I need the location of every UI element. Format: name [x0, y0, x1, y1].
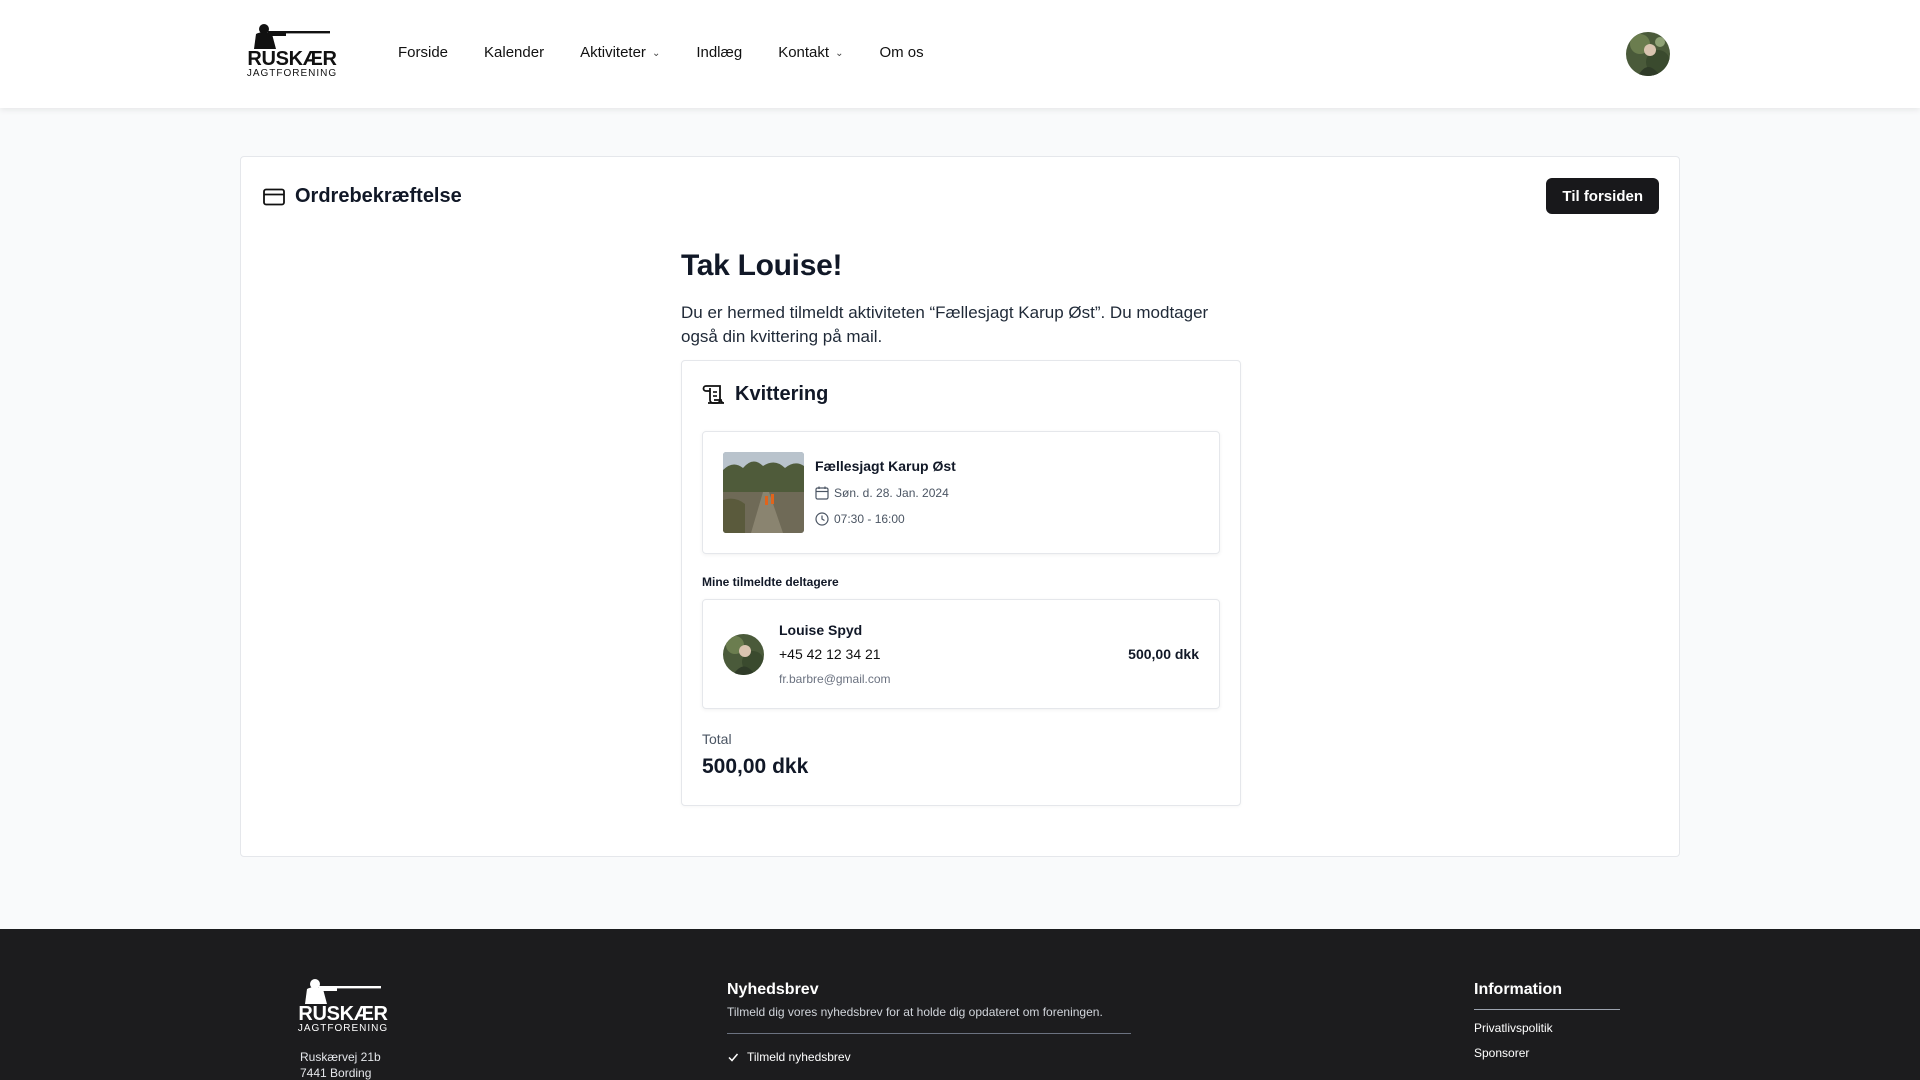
footer-brand-subtitle: JAGTFORENING — [297, 1023, 389, 1034]
footer-logo[interactable]: RUSKÆR JAGTFORENING — [297, 977, 389, 1034]
event-summary[interactable]: Fællesjagt Karup Øst Søn. d. 28. Jan. 20… — [702, 431, 1220, 554]
receipt-card: Kvittering Fællesjagt Karup Øst Søn. d. … — [681, 360, 1241, 806]
site-footer: RUSKÆR JAGTFORENING Ruskærvej 21b 7441 B… — [0, 929, 1920, 1080]
event-image — [723, 452, 804, 533]
participant-price: 500,00 dkk — [1128, 646, 1199, 662]
event-name: Fællesjagt Karup Øst — [815, 458, 956, 474]
thanks-heading: Tak Louise! — [681, 249, 843, 282]
link-sponsors[interactable]: Sponsorer — [1474, 1046, 1620, 1060]
event-photo — [723, 452, 804, 533]
footer-address: Ruskærvej 21b 7441 Bording — [300, 1049, 381, 1080]
event-time-text: 07:30 - 16:00 — [834, 512, 905, 526]
newsletter-divider — [727, 1033, 1131, 1034]
scroll-icon — [702, 384, 725, 404]
nav-label: Indlæg — [696, 44, 743, 61]
participant-photo — [723, 634, 764, 675]
hunter-logo-icon — [305, 979, 381, 1004]
user-avatar[interactable] — [1626, 32, 1670, 76]
receipt-title: Kvittering — [702, 383, 828, 406]
event-date: Søn. d. 28. Jan. 2024 — [815, 486, 949, 500]
home-button[interactable]: Til forsiden — [1546, 178, 1659, 214]
subscribe-label: Tilmeld nyhedsbrev — [747, 1050, 851, 1064]
brand-subtitle: JAGTFORENING — [246, 68, 338, 79]
address-line-2: 7441 Bording — [300, 1066, 372, 1080]
participant-row: Louise Spyd +45 42 12 34 21 fr.barbre@gm… — [702, 599, 1220, 709]
chevron-down-icon: ⌄ — [835, 48, 844, 59]
newsletter-section: Nyhedsbrev Tilmeld dig vores nyhedsbrev … — [727, 981, 1131, 1064]
footer-brand-name: RUSKÆR — [298, 1003, 388, 1025]
info-title: Information — [1474, 981, 1620, 1010]
newsletter-subscribe[interactable]: Tilmeld nyhedsbrev — [727, 1050, 1131, 1064]
site-header: RUSKÆR JAGTFORENING Forside Kalender Akt… — [0, 0, 1920, 108]
check-icon — [728, 1053, 739, 1062]
link-privacy-policy[interactable]: Privatlivspolitik — [1474, 1021, 1620, 1035]
brand-logo[interactable]: RUSKÆR JAGTFORENING — [246, 22, 338, 86]
participants-label: Mine tilmeldte deltagere — [702, 575, 839, 589]
participant-avatar — [723, 634, 764, 675]
page-title-text: Ordrebekræftelse — [295, 185, 462, 207]
nav-item-forside[interactable]: Forside — [398, 44, 448, 61]
event-time: 07:30 - 16:00 — [815, 512, 905, 526]
calendar-icon — [815, 486, 829, 500]
order-confirmation-card: Ordrebekræftelse Til forsiden Tak Louise… — [240, 156, 1680, 857]
total-label: Total — [702, 731, 732, 747]
newsletter-text: Tilmeld dig vores nyhedsbrev for at hold… — [727, 1005, 1103, 1019]
address-line-1: Ruskærvej 21b — [300, 1050, 381, 1064]
hunter-logo-icon — [254, 24, 330, 49]
avatar-photo — [1626, 32, 1670, 76]
page-title: Ordrebekræftelse — [263, 185, 462, 208]
nav-item-kalender[interactable]: Kalender — [484, 44, 544, 61]
clock-icon — [815, 512, 829, 526]
main-nav: Forside Kalender Aktiviteter ⌄ Indlæg Kon… — [398, 44, 924, 61]
info-section: Information Privatlivspolitik Sponsorer — [1474, 981, 1620, 1060]
chevron-down-icon: ⌄ — [651, 48, 661, 59]
nav-label: Aktiviteter — [580, 44, 646, 61]
participant-name: Louise Spyd — [779, 622, 863, 638]
brand-name: RUSKÆR — [247, 48, 337, 70]
nav-item-om-os[interactable]: Om os — [879, 44, 923, 61]
nav-item-kontakt[interactable]: Kontakt ⌄ — [778, 44, 843, 61]
thanks-text: Du er hermed tilmeldt aktiviteten “Fælle… — [681, 303, 1209, 346]
credit-card-icon — [263, 188, 285, 205]
receipt-title-text: Kvittering — [735, 383, 829, 405]
nav-item-aktiviteter[interactable]: Aktiviteter ⌄ — [580, 44, 660, 61]
nav-item-indlaeg[interactable]: Indlæg — [696, 44, 742, 61]
nav-label: Forside — [398, 44, 449, 61]
nav-label: Kontakt — [778, 44, 830, 61]
participant-phone: +45 42 12 34 21 — [779, 646, 881, 662]
event-date-text: Søn. d. 28. Jan. 2024 — [834, 486, 949, 500]
total-value: 500,00 dkk — [702, 755, 809, 778]
nav-label: Om os — [879, 44, 924, 61]
participant-email: fr.barbre@gmail.com — [779, 672, 891, 686]
nav-label: Kalender — [484, 44, 545, 61]
newsletter-title: Nyhedsbrev — [727, 981, 819, 998]
